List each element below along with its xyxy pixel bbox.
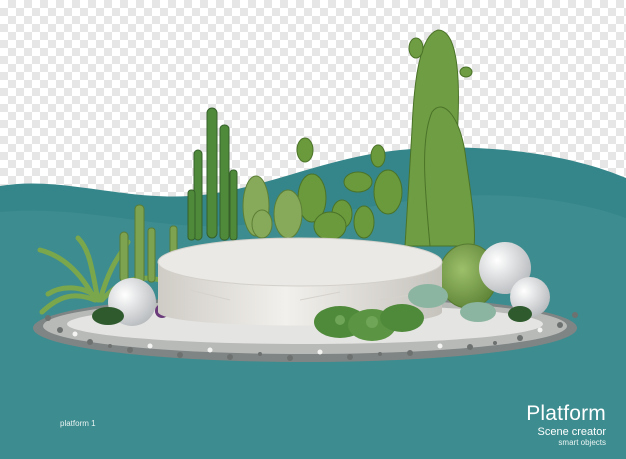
brand-subtitle: Scene creator — [537, 426, 606, 438]
brand-tagline: smart objects — [558, 438, 606, 447]
brand-title: Platform — [526, 402, 606, 425]
scene-illustration — [0, 29, 626, 459]
caption-label: platform 1 — [60, 419, 96, 428]
column-cactus-cluster — [187, 107, 238, 241]
prickly-pear-cactus — [404, 29, 476, 247]
